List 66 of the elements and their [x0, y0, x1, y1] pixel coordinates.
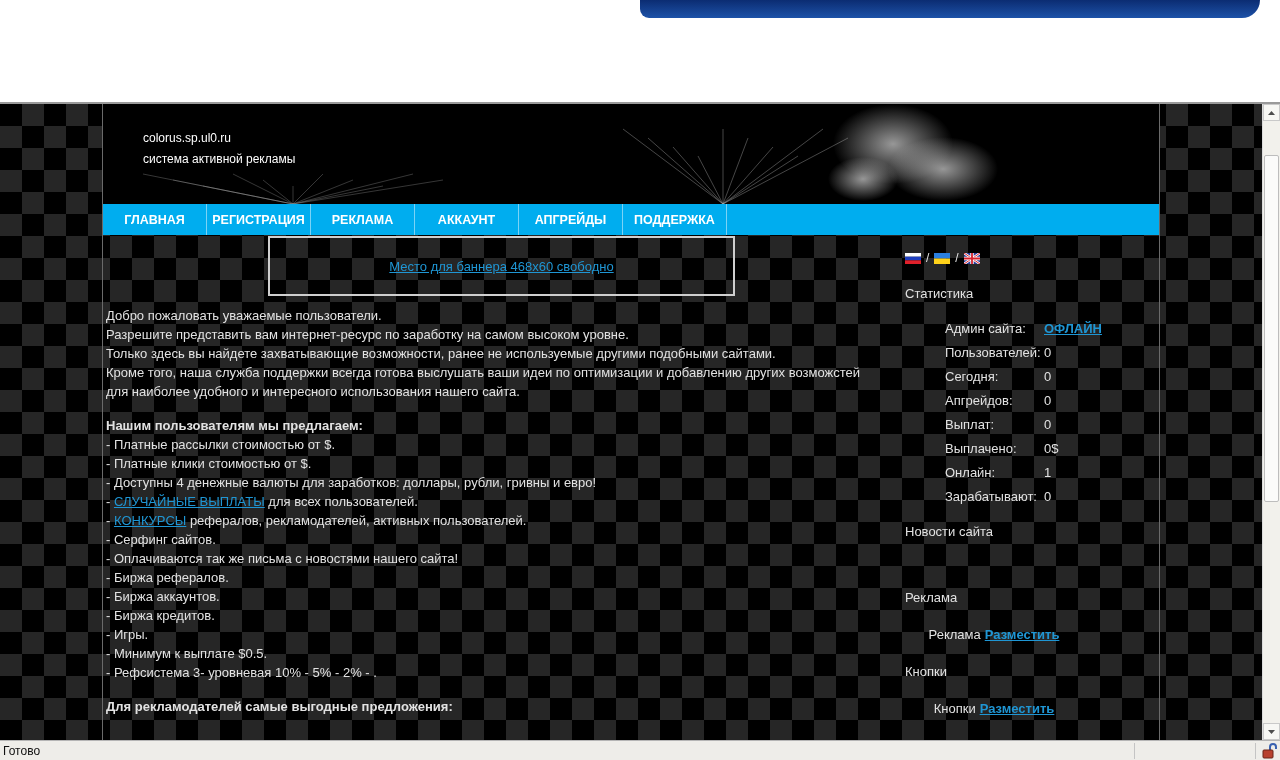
- stats-title: Статистика: [905, 285, 974, 303]
- stat-value: 0: [1044, 343, 1052, 362]
- stat-label: Выплачено:: [945, 439, 1018, 458]
- intro-text: Только здесь вы найдете захватывающие возможности, ранее не используемые другими подобными сайтами.: [106, 345, 777, 363]
- buttons-title: Кнопки: [905, 663, 947, 681]
- offer-item: - Доступны 4 денежные валюты для заработков: доллары, рубли, гривны и евро!: [106, 474, 598, 492]
- offer-item: - Минимум к выплате $0.5.: [106, 645, 269, 663]
- offers-heading: Нашим пользователям мы предлагаем:: [106, 417, 364, 435]
- stat-label: Пользователей:: [945, 343, 1042, 362]
- separator-slash: /: [926, 251, 930, 265]
- separator-slash: /: [955, 251, 959, 265]
- nav-link[interactable]: ПОДДЕРЖКА: [623, 204, 727, 235]
- scroll-down-button[interactable]: [1263, 723, 1280, 740]
- intro-text: Кроме того, наша служба поддержки всегда готова выслушать ваши идеи по оптимизации и добавлению других возможстей для наиболее удобного и интересного использования нашего сайта.: [106, 364, 862, 401]
- open-padlock-icon: [1262, 742, 1278, 759]
- nav-link[interactable]: РЕГИСТРАЦИЯ: [207, 204, 311, 235]
- stat-value: 0: [1044, 367, 1052, 386]
- stat-value: 0: [1044, 487, 1052, 506]
- buttons-label: Кнопки: [933, 700, 976, 718]
- banner-link[interactable]: Место для баннера 468x60 свободно: [389, 256, 614, 276]
- offer-item: - Биржа рефералов.: [106, 569, 230, 587]
- offer-item: - Платные клики стоимостью от $.: [106, 455, 313, 473]
- stat-label: Зарабатывают:: [945, 487, 1038, 506]
- uk-flag-icon[interactable]: [963, 252, 980, 264]
- offer-item: - Рефсистема 3- уровневая 10% - 5% - 2% - .: [106, 664, 378, 682]
- scroll-up-button[interactable]: [1263, 104, 1280, 121]
- stat-value: 0: [1044, 391, 1052, 410]
- offer-item: - СЛУЧАЙНЫЕ ВЫПЛАТЫ для всех пользователей.: [106, 493, 419, 511]
- nav-link[interactable]: АПГРЕЙДЫ: [519, 204, 623, 235]
- ukraine-flag-icon[interactable]: [934, 252, 951, 264]
- stat-value: 1: [1044, 463, 1052, 482]
- site-tagline: система активной рекламы: [143, 151, 296, 168]
- scrollbar-thumb[interactable]: [1264, 155, 1279, 502]
- ads-title: Реклама: [905, 589, 958, 607]
- stat-label: Апгрейдов:: [945, 391, 1014, 410]
- offer-item: - Оплачиваются так же письма с новостями нашего сайта!: [106, 550, 460, 568]
- down-triangle-icon: [1268, 729, 1275, 734]
- advertisers-heading: Для рекламодателей самые выгодные предложения:: [106, 698, 454, 716]
- nav-link[interactable]: АККАУНТ: [415, 204, 519, 235]
- offer-item: - Платные рассылки стоимостью от $.: [106, 436, 336, 454]
- stat-label: Админ сайта:: [945, 319, 1027, 338]
- ads-label: Реклама: [928, 626, 981, 644]
- place-ad-link[interactable]: Разместить: [984, 625, 1060, 644]
- offer-item: - Биржа кредитов.: [106, 607, 216, 625]
- stat-label: Сегодня:: [945, 367, 1000, 386]
- offer-item: - Биржа аккаунтов.: [106, 588, 221, 606]
- nav-link[interactable]: ГЛАВНАЯ: [103, 204, 207, 235]
- intro-text: Добро пожаловать уважаемые пользователи.: [106, 307, 383, 325]
- offer-item: - Серфинг сайтов.: [106, 531, 217, 549]
- intro-text: Разрешите представить вам интернет-ресурс по заработку на самом высоком уровне.: [106, 326, 630, 344]
- news-title: Новости сайта: [905, 523, 993, 541]
- site-name: colorus.sp.ul0.ru: [143, 130, 232, 147]
- nav-link[interactable]: РЕКЛАМА: [311, 204, 415, 235]
- stat-value: 0: [1044, 415, 1052, 434]
- offer-link[interactable]: КОНКУРСЫ: [113, 513, 187, 528]
- offer-item: - Игры.: [106, 626, 150, 644]
- offer-item: - КОНКУРСЫ рефералов, рекламодателей, активных пользователей.: [106, 512, 528, 530]
- offer-link[interactable]: СЛУЧАЙНЫЕ ВЫПЛАТЫ: [113, 494, 265, 509]
- stat-label: Выплат:: [945, 415, 996, 434]
- place-button-link[interactable]: Разместить: [979, 699, 1055, 718]
- stat-link[interactable]: ОФЛАЙН: [1044, 318, 1102, 338]
- stat-label: Онлайн:: [945, 463, 997, 482]
- stat-value: 0$: [1044, 439, 1059, 458]
- status-text: Готово: [2, 743, 42, 758]
- up-triangle-icon: [1268, 110, 1275, 115]
- russia-flag-icon[interactable]: [905, 252, 921, 264]
